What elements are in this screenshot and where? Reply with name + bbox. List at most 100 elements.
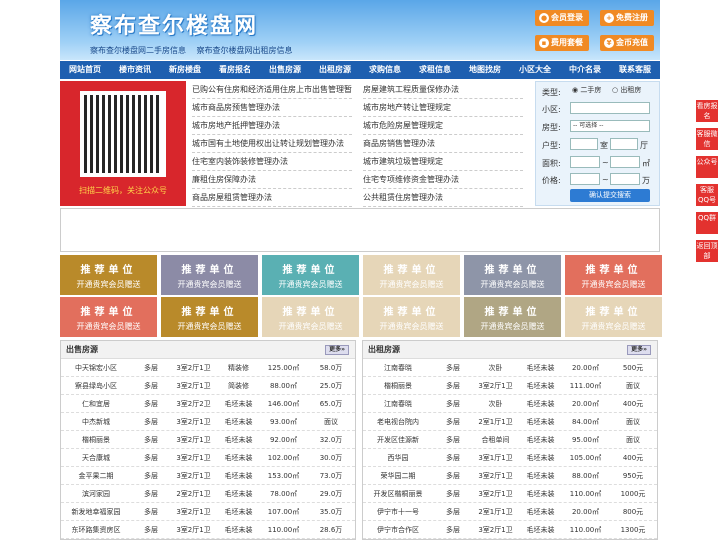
housetype-select[interactable]: -- 可选择 -- [570, 120, 650, 132]
nav-viewing-signup[interactable]: 看房报名 [210, 61, 260, 79]
nav-wanted-rent[interactable]: 求租信息 [410, 61, 460, 79]
sidebar-viewing-signup[interactable]: 看房报名 [696, 100, 718, 122]
price-min-input[interactable] [570, 173, 600, 185]
listing-cell: 毛坯未装 [224, 508, 253, 516]
recommend-tile[interactable]: 推荐单位 开通贵宾会员赠送 [60, 255, 157, 295]
coin-recharge-button[interactable]: ¥ 金币充值 [600, 35, 654, 51]
listing-cell: 毛坯未装 [526, 364, 555, 372]
policy-link[interactable]: 城市国有土地使用权出让转让规划管理办法 [192, 135, 352, 153]
type-second-hand-radio[interactable]: ◉ 二手房 [572, 85, 601, 95]
search-submit-button[interactable]: 确认提交搜索 [570, 189, 650, 202]
listing-row[interactable]: 察县绿岛小区 多层 3室2厅1卫 简装修 88.00㎡ 25.0万 [61, 377, 355, 395]
policy-link[interactable]: 城市房地产转让管理规定 [363, 99, 523, 117]
nav-contact[interactable]: 联系客服 [610, 61, 660, 79]
recommend-tile[interactable]: 推荐单位 开通贵宾会员赠送 [464, 297, 561, 337]
listing-row[interactable]: 江南春晓 多层 次卧 毛坯未装 20.00㎡ 500元 [363, 359, 657, 377]
nav-wanted-buy[interactable]: 求购信息 [360, 61, 410, 79]
listing-row[interactable]: 天合康城 多层 3室2厅1卫 毛坯未装 102.00㎡ 30.0万 [61, 449, 355, 467]
sidebar-back-to-top[interactable]: 返回顶部 [696, 240, 718, 262]
sidebar-service-qq[interactable]: 客服QQ号 [696, 184, 718, 206]
listing-row[interactable]: 老电视台院内 多层 2室1厅1卫 毛坯未装 84.00㎡ 面议 [363, 413, 657, 431]
listing-cell: 荣华园二期 [380, 472, 416, 480]
policy-link[interactable]: 商品房屋租赁管理办法 [192, 189, 352, 207]
nav-home[interactable]: 网站首页 [60, 61, 110, 79]
site-logo[interactable]: 察布查尔楼盘网 [90, 8, 258, 40]
nav-agents[interactable]: 中介名录 [560, 61, 610, 79]
policy-link[interactable]: 房屋建筑工程质量保修办法 [363, 81, 523, 99]
listing-cell: 95.00㎡ [571, 436, 600, 444]
housetype-label: 房型: [542, 123, 561, 132]
sidebar-service-wechat[interactable]: 客服微信 [696, 128, 718, 150]
policy-link[interactable]: 商品房销售管理办法 [363, 135, 523, 153]
listing-row[interactable]: 楷桐丽景 多层 3室2厅1卫 毛坯未装 92.00㎡ 32.0万 [61, 431, 355, 449]
nav-for-sale[interactable]: 出售房源 [260, 61, 310, 79]
register-button[interactable]: + 免费注册 [600, 10, 654, 26]
nav-news[interactable]: 楼市资讯 [110, 61, 160, 79]
tile-subtitle: 开通贵宾会员赠送 [278, 322, 343, 331]
page: 察布查尔楼盘网 察布查尔楼盘网二手房信息 察布查尔楼盘网出租房信息 ● 会员登录 … [0, 0, 720, 540]
recommend-tile[interactable]: 推荐单位 开通贵宾会员赠送 [262, 297, 359, 337]
sidebar-qq-group[interactable]: QQ群 [696, 212, 718, 234]
policy-link[interactable]: 城市房地产抵押管理办法 [192, 117, 352, 135]
policy-link[interactable]: 公共租赁住房管理办法 [363, 189, 523, 207]
listing-row[interactable]: 楷桐丽景 多层 3室2厅1卫 毛坯未装 111.00㎡ 面议 [363, 377, 657, 395]
nav-for-rent[interactable]: 出租房源 [310, 61, 360, 79]
policy-link[interactable]: 城市商品房预售管理办法 [192, 99, 352, 117]
policy-link[interactable]: 住宅室内装饰装修管理办法 [192, 153, 352, 171]
nav-map[interactable]: 地图找房 [460, 61, 510, 79]
type-rental-radio[interactable]: ○ 出租房 [612, 85, 641, 95]
area-min-input[interactable] [570, 156, 600, 168]
nav-new-homes[interactable]: 新房楼盘 [160, 61, 210, 79]
recommend-tile[interactable]: 推荐单位 开通贵宾会员赠送 [565, 255, 662, 295]
tile-title: 推荐单位 [282, 265, 339, 276]
listing-row[interactable]: 中杰新城 多层 3室2厅1卫 毛坯未装 93.00㎡ 面议 [61, 413, 355, 431]
policy-link[interactable]: 住宅专项维修资金管理办法 [363, 171, 523, 189]
sale-more-button[interactable]: 更多» [325, 345, 349, 355]
listing-row[interactable]: 荣华园二期 多层 3室2厅1卫 毛坯未装 88.00㎡ 950元 [363, 467, 657, 485]
listing-row[interactable]: 开发区佳源新 多层 合租单间 毛坯未装 95.00㎡ 面议 [363, 431, 657, 449]
community-input[interactable] [570, 102, 650, 114]
recommend-tile[interactable]: 推荐单位 开通贵宾会员赠送 [161, 255, 258, 295]
price-max-input[interactable] [610, 173, 640, 185]
rental-link[interactable]: 察布查尔楼盘网出租房信息 [197, 46, 293, 55]
recommend-tile[interactable]: 推荐单位 开通贵宾会员赠送 [363, 297, 460, 337]
recommend-tile[interactable]: 推荐单位 开通贵宾会员赠送 [262, 255, 359, 295]
recommend-tile[interactable]: 推荐单位 开通贵宾会员赠送 [60, 297, 157, 337]
area-label: 面积: [542, 159, 561, 168]
listing-row[interactable]: 开发区楷桐丽景 多层 3室2厅1卫 毛坯未装 110.00㎡ 1000元 [363, 485, 657, 503]
listing-row[interactable]: 西华园 多层 3室1厅1卫 毛坯未装 105.00㎡ 400元 [363, 449, 657, 467]
listing-cell: 多层 [446, 472, 460, 480]
listing-row[interactable]: 仁和宜居 多层 3室2厅2卫 毛坯未装 146.00㎡ 65.0万 [61, 395, 355, 413]
listing-cell: 84.00㎡ [571, 418, 600, 426]
second-hand-link[interactable]: 察布查尔楼盘网二手房信息 [90, 46, 186, 55]
listing-row[interactable]: 伊宁市十一号 多层 2室1厅1卫 毛坯未装 20.00㎡ 800元 [363, 503, 657, 521]
login-button[interactable]: ● 会员登录 [535, 10, 589, 26]
listing-row[interactable]: 江南春晓 多层 次卧 毛坯未装 20.00㎡ 400元 [363, 395, 657, 413]
listing-row[interactable]: 中天锦宏小区 多层 3室2厅1卫 精装修 125.00㎡ 58.0万 [61, 359, 355, 377]
recommend-tile[interactable]: 推荐单位 开通贵宾会员赠送 [363, 255, 460, 295]
listing-cell: 3室2厅1卫 [176, 382, 211, 390]
rent-more-button[interactable]: 更多» [627, 345, 651, 355]
listing-row[interactable]: 新发地幸福家园 多层 3室2厅1卫 毛坯未装 107.00㎡ 35.0万 [61, 503, 355, 521]
hall-select[interactable] [610, 138, 638, 150]
listing-row[interactable]: 滨河家园 多层 2室2厅1卫 毛坯未装 78.00㎡ 29.0万 [61, 485, 355, 503]
recommend-tile[interactable]: 推荐单位 开通贵宾会员赠送 [161, 297, 258, 337]
recommend-tile[interactable]: 推荐单位 开通贵宾会员赠送 [565, 297, 662, 337]
sidebar-official-account[interactable]: 公众号 [696, 156, 718, 178]
tile-title: 推荐单位 [484, 265, 541, 276]
room-select[interactable] [570, 138, 598, 150]
tile-subtitle: 开通贵宾会员赠送 [480, 280, 545, 289]
policy-link[interactable]: 城市建筑垃圾管理规定 [363, 153, 523, 171]
policy-link[interactable]: 已购公有住房和经济适用住房上市出售管理暂 [192, 81, 352, 99]
policy-link[interactable]: 城市危险房屋管理规定 [363, 117, 523, 135]
listing-row[interactable]: 金平果二期 多层 3室2厅1卫 毛坯未装 153.00㎡ 73.0万 [61, 467, 355, 485]
recommend-tile[interactable]: 推荐单位开通贵宾会员赠送 [464, 255, 561, 295]
listing-row[interactable]: 东环路集资房区 多层 3室2厅1卫 毛坯未装 110.00㎡ 28.6万 [61, 521, 355, 539]
listing-cell: 多层 [446, 490, 460, 498]
package-button[interactable]: ▪ 费用套餐 [535, 35, 589, 51]
policy-link[interactable]: 廉租住房保障办法 [192, 171, 352, 189]
nav-communities[interactable]: 小区大全 [510, 61, 560, 79]
area-max-input[interactable] [610, 156, 640, 168]
layout-label: 户型: [542, 141, 561, 150]
listing-row[interactable]: 伊宁市合作区 多层 3室2厅1卫 毛坯未装 110.00㎡ 1300元 [363, 521, 657, 539]
